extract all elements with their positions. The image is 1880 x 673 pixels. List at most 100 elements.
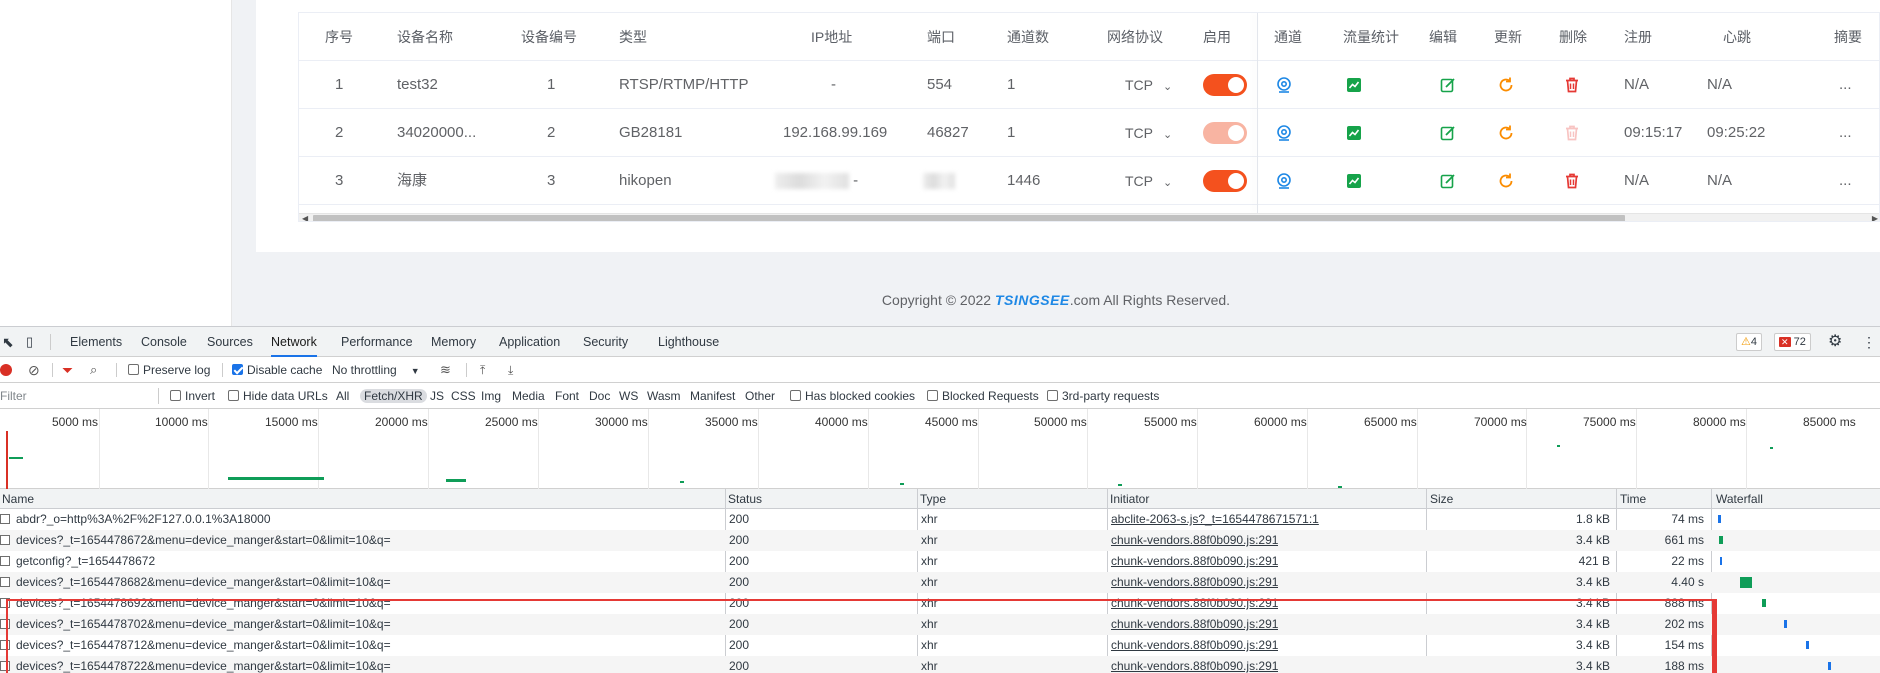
type-filter-manifest[interactable]: Manifest: [690, 383, 735, 409]
request-row[interactable]: devices?_t=1654478672&menu=device_manger…: [0, 530, 1880, 551]
type-filter-img[interactable]: Img: [481, 383, 501, 409]
column-size[interactable]: Size: [1430, 489, 1453, 509]
third-party-checkbox[interactable]: 3rd-party requests: [1047, 383, 1159, 409]
request-name: devices?_t=1654478672&menu=device_manger…: [16, 533, 391, 547]
filter-funnel-icon[interactable]: ⏷: [62, 357, 73, 383]
type-filter-font[interactable]: Font: [555, 383, 579, 409]
scroll-right-arrow-icon[interactable]: ▶: [1872, 214, 1878, 221]
scrollbar-thumb[interactable]: [313, 215, 1625, 221]
column-type[interactable]: Type: [920, 489, 946, 509]
request-row[interactable]: getconfig?_t=1654478672 200 xhr chunk-ve…: [0, 551, 1880, 572]
row-device-name: 34020000...: [397, 124, 477, 141]
export-har-icon[interactable]: ⤓: [508, 357, 513, 383]
preserve-log-checkbox[interactable]: Preserve log: [128, 357, 210, 383]
brand-logo-text[interactable]: TSINGSEE: [995, 292, 1070, 308]
network-conditions-icon[interactable]: ≋: [440, 357, 451, 383]
waterfall-bar: [1828, 662, 1831, 670]
search-icon[interactable]: ⌕: [90, 357, 97, 383]
column-waterfall[interactable]: Waterfall: [1716, 489, 1763, 509]
row-summary[interactable]: ...: [1839, 109, 1852, 157]
import-har-icon[interactable]: ⤒: [480, 357, 485, 383]
tab-memory[interactable]: Memory: [431, 327, 476, 357]
blocked-requests-checkbox[interactable]: Blocked Requests: [927, 383, 1039, 409]
type-filter-other[interactable]: Other: [745, 383, 775, 409]
clear-icon[interactable]: ⊘: [28, 357, 40, 383]
type-filter-all[interactable]: All: [336, 383, 349, 409]
type-filter-fetch-xhr[interactable]: Fetch/XHR: [360, 386, 427, 406]
request-row-checkbox[interactable]: [0, 556, 10, 566]
refresh-icon[interactable]: [1497, 76, 1515, 94]
refresh-icon[interactable]: [1497, 172, 1515, 190]
request-row-checkbox[interactable]: [0, 577, 10, 587]
delete-icon[interactable]: [1563, 172, 1581, 190]
refresh-icon[interactable]: [1497, 124, 1515, 142]
timeline-label: 10000 ms: [155, 415, 208, 429]
channel-icon[interactable]: [1275, 124, 1293, 142]
col-type: 类型: [619, 29, 647, 45]
type-filter-js[interactable]: JS: [430, 383, 444, 409]
channel-icon[interactable]: [1275, 172, 1293, 190]
tab-network[interactable]: Network: [271, 327, 317, 357]
edit-icon[interactable]: [1439, 172, 1457, 190]
protocol-select[interactable]: TCP ⌄: [1125, 109, 1172, 157]
type-filter-wasm[interactable]: Wasm: [647, 383, 681, 409]
table-horizontal-scrollbar[interactable]: ◀ ▶: [299, 213, 1879, 221]
request-initiator-link[interactable]: chunk-vendors.88f0b090.js:291: [1111, 572, 1278, 593]
request-row-checkbox[interactable]: [0, 535, 10, 545]
tab-performance[interactable]: Performance: [341, 327, 413, 357]
request-row-checkbox[interactable]: [0, 514, 10, 524]
column-initiator[interactable]: Initiator: [1110, 489, 1149, 509]
tab-elements[interactable]: Elements: [70, 327, 122, 357]
warnings-badge[interactable]: ⚠4: [1736, 333, 1762, 351]
type-filter-media[interactable]: Media: [512, 383, 545, 409]
request-initiator-link[interactable]: chunk-vendors.88f0b090.js:291: [1111, 551, 1278, 572]
disable-cache-checkbox[interactable]: Disable cache: [232, 357, 322, 383]
network-overview-timeline[interactable]: 5000 ms 10000 ms 15000 ms 20000 ms 25000…: [0, 409, 1880, 489]
timeline-gridline: [1746, 409, 1747, 489]
protocol-select[interactable]: TCP ⌄: [1125, 157, 1172, 205]
row-summary[interactable]: ...: [1839, 157, 1852, 205]
traffic-stats-icon[interactable]: [1345, 124, 1363, 142]
column-time[interactable]: Time: [1620, 489, 1646, 509]
request-initiator-link[interactable]: chunk-vendors.88f0b090.js:291: [1111, 530, 1278, 551]
more-options-icon[interactable]: ⋮: [1862, 327, 1876, 357]
hide-data-urls-checkbox[interactable]: Hide data URLs: [228, 383, 328, 409]
delete-icon[interactable]: [1563, 76, 1581, 94]
scroll-left-arrow-icon[interactable]: ◀: [302, 214, 308, 221]
protocol-select[interactable]: TCP ⌄: [1125, 61, 1172, 109]
column-name[interactable]: Name: [2, 489, 34, 509]
traffic-stats-icon[interactable]: [1345, 172, 1363, 190]
device-toolbar-icon[interactable]: ▯: [26, 327, 33, 357]
request-row[interactable]: devices?_t=1654478682&menu=device_manger…: [0, 572, 1880, 593]
errors-badge[interactable]: ✕ 72: [1774, 333, 1811, 351]
request-row[interactable]: abdr?_o=http%3A%2F%2F127.0.0.1%3A18000 2…: [0, 509, 1880, 530]
enable-switch[interactable]: [1203, 74, 1247, 96]
enable-switch[interactable]: [1203, 122, 1247, 144]
traffic-stats-icon[interactable]: [1345, 76, 1363, 94]
type-filter-doc[interactable]: Doc: [589, 383, 610, 409]
column-status[interactable]: Status: [728, 489, 762, 509]
filter-input[interactable]: Filter: [0, 383, 27, 409]
row-type: hikopen: [619, 172, 672, 189]
tab-lighthouse[interactable]: Lighthouse: [658, 327, 719, 357]
throttling-select[interactable]: No throttling ▼: [332, 357, 420, 383]
type-filter-ws[interactable]: WS: [619, 383, 638, 409]
tab-sources[interactable]: Sources: [207, 327, 253, 357]
invert-checkbox[interactable]: Invert: [170, 383, 215, 409]
tab-console[interactable]: Console: [141, 327, 187, 357]
has-blocked-cookies-checkbox[interactable]: Has blocked cookies: [790, 383, 915, 409]
channel-icon[interactable]: [1275, 76, 1293, 94]
edit-icon[interactable]: [1439, 76, 1457, 94]
device-table-header: 序号 设备名称 设备编号 类型 IP地址 端口 通道数 网络协议 启用 通道 流…: [299, 13, 1879, 61]
row-summary[interactable]: ...: [1839, 61, 1852, 109]
tab-application[interactable]: Application: [499, 327, 560, 357]
enable-switch[interactable]: [1203, 170, 1247, 192]
request-initiator-link[interactable]: abclite-2063-s.js?_t=1654478671571:1: [1111, 509, 1319, 530]
record-button[interactable]: [0, 357, 12, 383]
tab-security[interactable]: Security: [583, 327, 628, 357]
settings-gear-icon[interactable]: ⚙: [1828, 327, 1842, 357]
type-filter-css[interactable]: CSS: [451, 383, 476, 409]
edit-icon[interactable]: [1439, 124, 1457, 142]
inspect-element-icon[interactable]: ⬉: [2, 327, 14, 357]
row-heartbeat: N/A: [1707, 76, 1733, 93]
